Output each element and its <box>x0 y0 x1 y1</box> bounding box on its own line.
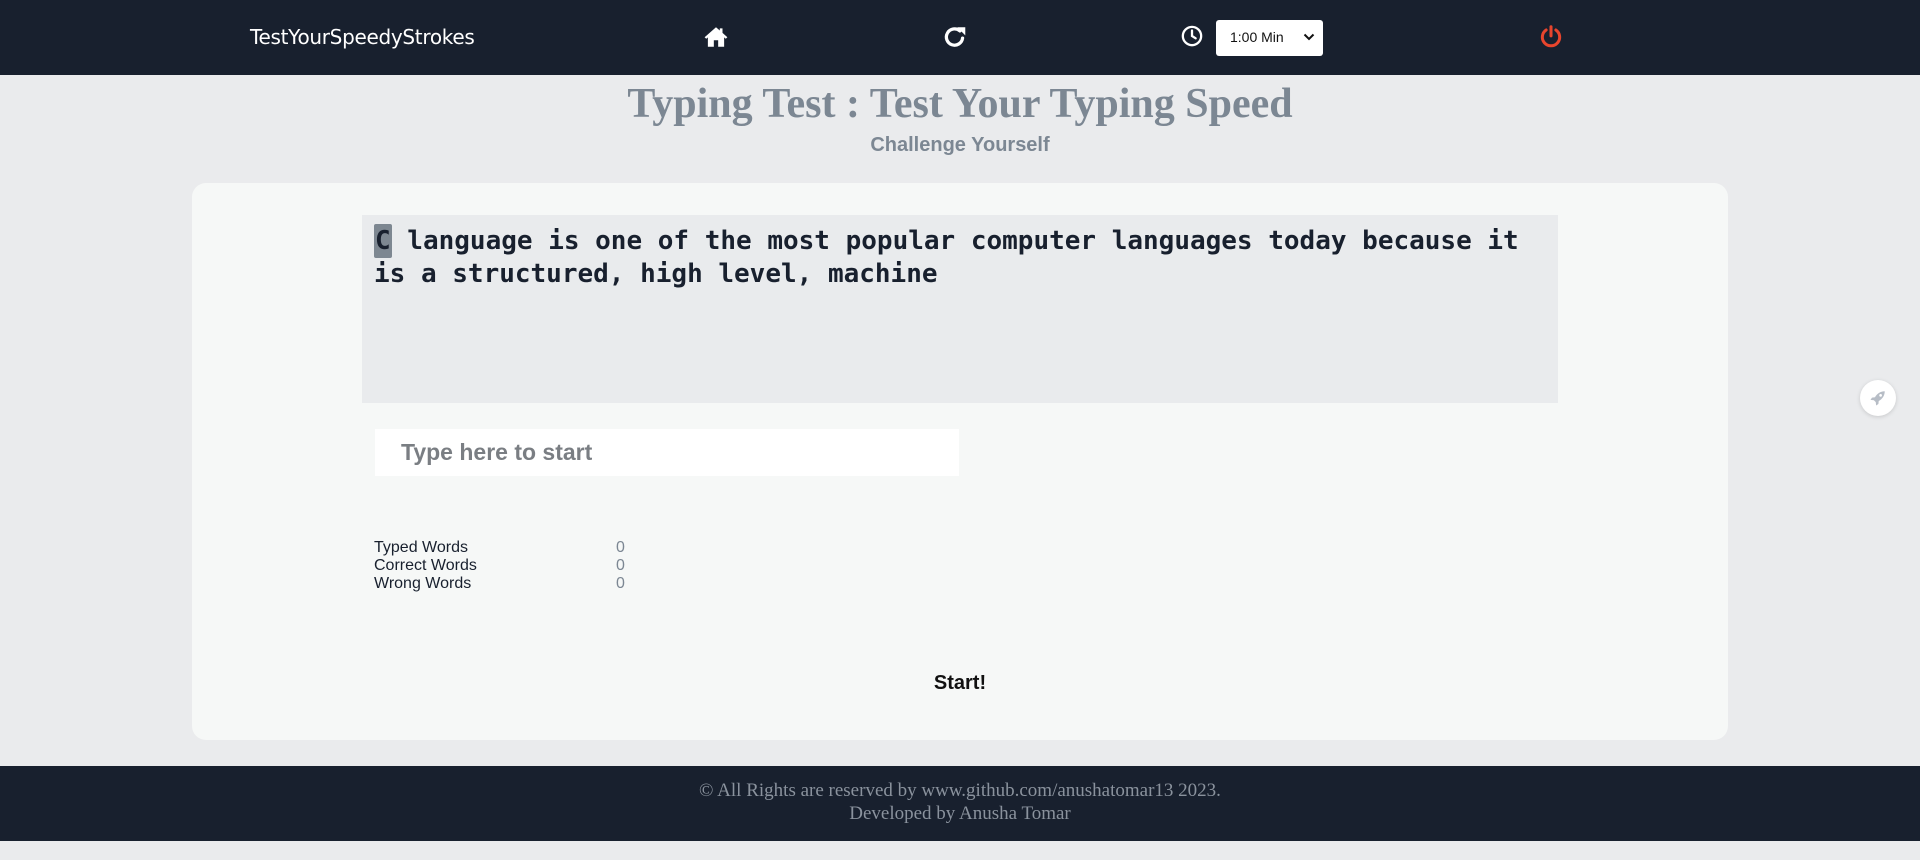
typed-words-value: 0 <box>616 539 625 556</box>
wrong-words-label: Wrong Words <box>374 575 472 592</box>
brand-logo-text[interactable]: TestYourSpeedyStrokes <box>250 25 475 49</box>
start-button[interactable]: Start! <box>900 672 1020 695</box>
passage-text: C language is one of the most popular co… <box>362 215 1558 403</box>
stat-typed-words: Typed Words 0 <box>374 539 634 557</box>
clock-icon <box>1181 25 1203 47</box>
top-navbar: TestYourSpeedyStrokes 1:00 Min <box>0 0 1920 75</box>
correct-words-value: 0 <box>616 557 625 574</box>
rocket-icon <box>1870 391 1885 406</box>
refresh-icon[interactable] <box>942 24 968 50</box>
typing-input[interactable] <box>375 429 959 476</box>
chevron-down-icon <box>1303 33 1315 41</box>
footer: © All Rights are reserved by www.github.… <box>0 766 1920 841</box>
typed-words-label: Typed Words <box>374 539 468 556</box>
side-launch-button[interactable] <box>1860 380 1896 416</box>
stat-wrong-words: Wrong Words 0 <box>374 575 634 593</box>
correct-words-label: Correct Words <box>374 557 477 574</box>
timer-selected-value: 1:00 Min <box>1230 29 1284 45</box>
developer-credit: Developed by Anusha Tomar <box>849 803 1071 824</box>
stat-correct-words: Correct Words 0 <box>374 557 634 575</box>
wrong-words-value: 0 <box>616 575 625 592</box>
stats-panel: Typed Words 0 Correct Words 0 Wrong Word… <box>374 539 634 593</box>
copyright-text: © All Rights are reserved by www.github.… <box>699 780 1221 801</box>
page-title: Typing Test : Test Your Typing Speed <box>627 81 1293 127</box>
page-subtitle: Challenge Yourself <box>870 134 1050 156</box>
power-icon[interactable] <box>1538 24 1564 50</box>
remaining-text: language is one of the most popular comp… <box>374 226 1519 289</box>
current-character: C <box>374 224 392 258</box>
home-icon[interactable] <box>703 24 729 50</box>
timer-select[interactable]: 1:00 Min <box>1216 20 1323 56</box>
